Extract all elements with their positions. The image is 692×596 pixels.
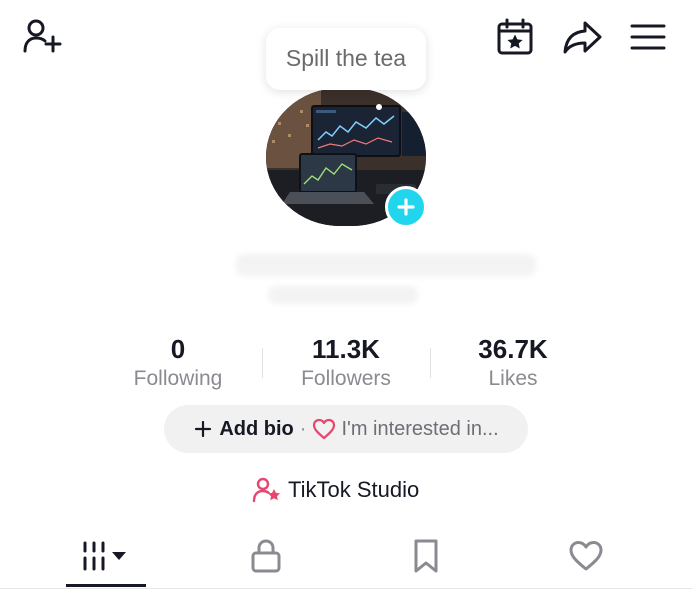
likes-count: 36.7K: [478, 334, 548, 364]
tab-liked[interactable]: [546, 532, 626, 580]
plus-icon: [195, 420, 212, 438]
followers-count: 11.3K: [312, 334, 380, 364]
stat-divider: [262, 348, 263, 378]
share-arrow-icon: [563, 21, 602, 54]
status-tooltip[interactable]: Spill the tea: [266, 28, 426, 90]
person-star-icon: [252, 477, 280, 503]
active-tab-indicator: [66, 584, 146, 587]
bio-bar: Add bio · I'm interested in...: [164, 405, 528, 453]
calendar-button[interactable]: [494, 16, 536, 58]
bio-separator: ·: [299, 417, 307, 440]
following-label: Following: [133, 367, 223, 390]
stat-divider: [430, 348, 431, 378]
tooltip-text: Spill the tea: [285, 44, 407, 71]
likes-label: Likes: [488, 367, 538, 390]
following-count: 0: [170, 334, 186, 364]
tab-videos[interactable]: [66, 532, 146, 580]
heart-icon: [569, 541, 603, 571]
share-button[interactable]: [560, 16, 604, 58]
add-avatar-button[interactable]: [385, 186, 427, 228]
add-bio-button[interactable]: Add bio: [193, 417, 294, 441]
bookmark-icon: [414, 539, 438, 573]
following-stat[interactable]: 0 Following: [118, 334, 238, 392]
person-plus-icon: [23, 19, 62, 53]
grid-bars-icon: [83, 541, 126, 571]
tiktok-studio-link[interactable]: TikTok Studio: [252, 474, 419, 506]
add-bio-label: Add bio: [219, 417, 294, 440]
tooltip-pointer: [376, 104, 382, 110]
hamburger-menu-icon: [630, 24, 666, 50]
followers-stat[interactable]: 11.3K Followers: [284, 334, 408, 392]
interests-label: I'm interested in...: [341, 417, 499, 440]
tab-private[interactable]: [226, 532, 306, 580]
plus-icon: [397, 198, 415, 216]
likes-stat[interactable]: 36.7K Likes: [456, 334, 570, 392]
tiktok-studio-label: TikTok Studio: [288, 477, 420, 502]
followers-label: Followers: [301, 367, 391, 390]
calendar-star-icon: [497, 18, 533, 55]
tab-favorites[interactable]: [386, 532, 466, 580]
interests-button[interactable]: I'm interested in...: [312, 417, 499, 441]
tab-bar-border: [0, 588, 692, 589]
heart-outline-icon: [313, 418, 336, 440]
menu-button[interactable]: [626, 16, 670, 58]
add-friend-button[interactable]: [20, 16, 66, 58]
redacted-display-name: [236, 254, 536, 276]
lock-icon: [251, 539, 281, 573]
redacted-username: [268, 286, 418, 304]
